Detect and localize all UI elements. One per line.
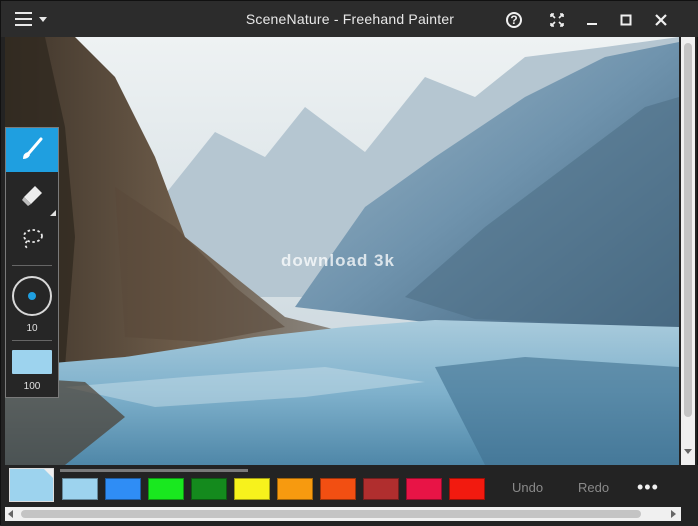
undo-button[interactable]: Undo [512, 480, 543, 495]
scroll-left-icon[interactable] [8, 510, 13, 518]
palette-swatch[interactable] [191, 478, 227, 500]
brush-size-control[interactable] [12, 276, 52, 316]
palette-swatch[interactable] [105, 478, 141, 500]
maximize-button[interactable] [615, 9, 637, 31]
maximize-icon [620, 14, 632, 26]
palette-swatch[interactable] [406, 478, 442, 500]
close-icon [655, 14, 667, 26]
help-icon: ? [506, 12, 522, 28]
fullscreen-icon [550, 13, 564, 27]
help-button[interactable]: ? [503, 9, 525, 31]
palette-swatch[interactable] [449, 478, 485, 500]
swatch-fold-corner [44, 469, 53, 478]
palette-scroll-indicator [60, 469, 248, 472]
scroll-down-icon[interactable] [684, 449, 692, 454]
brush-tool-button[interactable] [6, 128, 58, 172]
palette-swatch[interactable] [62, 478, 98, 500]
current-color-swatch[interactable] [9, 468, 54, 502]
title-bar: SceneNature - Freehand Painter ? [1, 1, 698, 37]
vertical-scroll-thumb[interactable] [684, 43, 692, 417]
palette-swatch[interactable] [277, 478, 313, 500]
fullscreen-button[interactable] [546, 9, 568, 31]
minimize-icon [587, 23, 597, 25]
paintbrush-icon [23, 137, 43, 159]
painting-canvas[interactable]: download 3k [5, 37, 679, 465]
redo-button[interactable]: Redo [578, 480, 609, 495]
palette-swatch[interactable] [363, 478, 399, 500]
watermark-logo: download 3k [281, 251, 395, 271]
eraser-icon [22, 186, 42, 206]
palette-swatch[interactable] [234, 478, 270, 500]
scroll-right-icon[interactable] [671, 510, 676, 518]
opacity-color-swatch[interactable] [12, 350, 52, 374]
panel-divider [12, 340, 52, 341]
tool-panel: 10 100 [5, 127, 59, 398]
more-options-button[interactable]: ••• [637, 477, 659, 498]
vertical-scrollbar[interactable] [681, 37, 695, 465]
app-window: SceneNature - Freehand Painter ? downloa… [0, 0, 698, 526]
close-button[interactable] [650, 9, 672, 31]
watermark-text: download 3k [281, 251, 395, 270]
palette-swatch[interactable] [148, 478, 184, 500]
lasso-tool-button[interactable] [6, 216, 58, 260]
horizontal-scroll-thumb[interactable] [21, 510, 641, 518]
opacity-value: 100 [23, 381, 41, 392]
palette-swatch[interactable] [320, 478, 356, 500]
eraser-tool-button[interactable] [6, 174, 58, 218]
brush-size-value: 10 [26, 323, 38, 334]
minimize-button[interactable] [581, 9, 603, 31]
horizontal-scrollbar[interactable] [5, 507, 681, 521]
lasso-select-icon [23, 229, 43, 249]
panel-divider [12, 265, 52, 266]
brush-size-dot [28, 292, 36, 300]
